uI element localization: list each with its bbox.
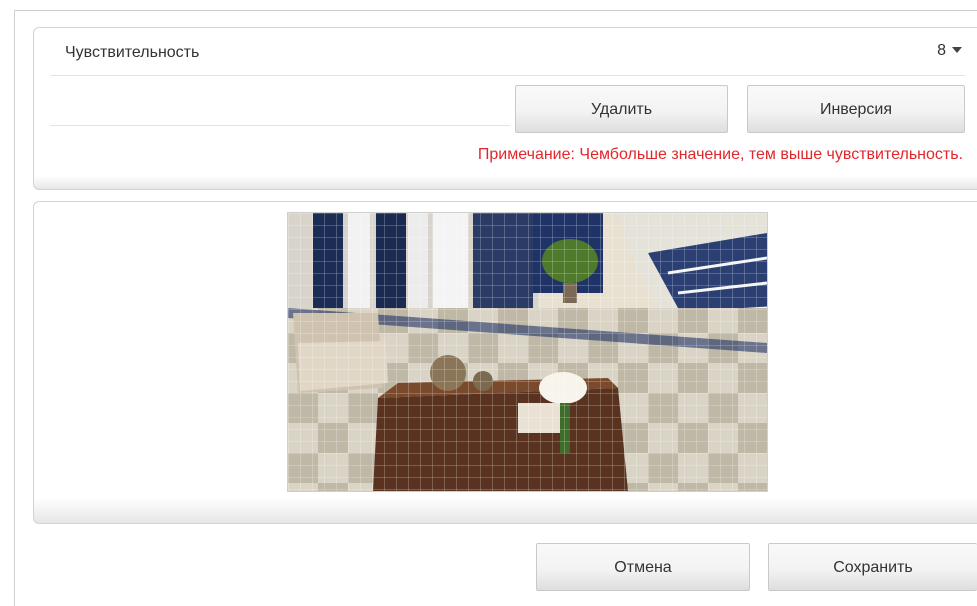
chevron-down-icon	[952, 47, 962, 53]
sensitivity-label: Чувствительность	[65, 44, 200, 61]
divider	[50, 125, 510, 126]
preview-image	[288, 213, 767, 491]
sensitivity-note: Примечание: Чембольше значение, тем выше…	[477, 146, 963, 163]
sensitivity-value: 8	[937, 42, 946, 59]
sensitivity-select[interactable]: 8	[900, 42, 962, 64]
save-button[interactable]: Сохранить	[768, 543, 977, 591]
delete-button[interactable]: Удалить	[515, 85, 728, 133]
camera-preview[interactable]	[287, 212, 768, 492]
divider	[50, 75, 965, 76]
cancel-button[interactable]: Отмена	[536, 543, 750, 591]
invert-button[interactable]: Инверсия	[747, 85, 965, 133]
